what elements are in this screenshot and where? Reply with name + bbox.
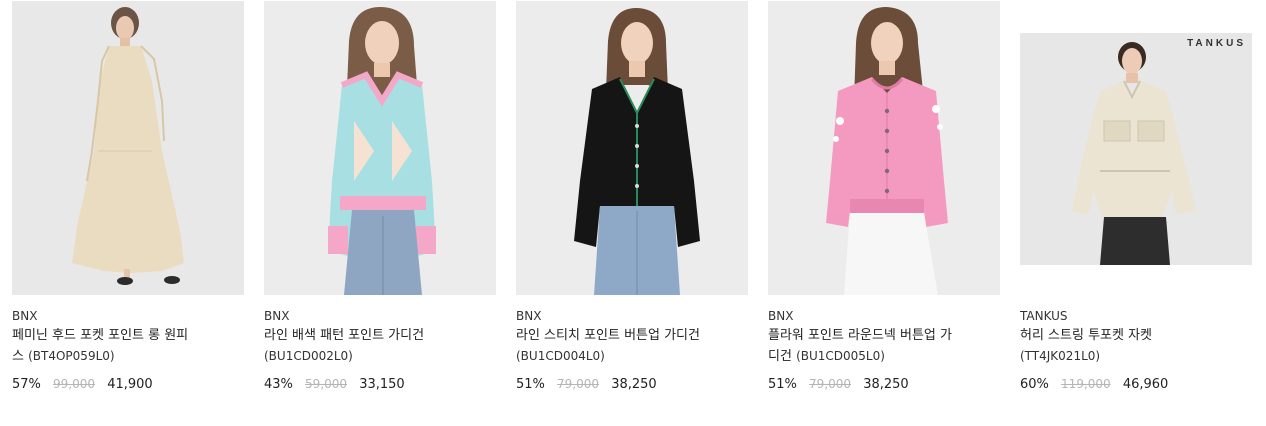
product-image[interactable]	[12, 1, 244, 295]
product-brand[interactable]: BNX	[12, 308, 37, 324]
original-price: 99,000	[53, 377, 96, 391]
discount-rate: 51%	[516, 377, 545, 392]
original-price: 59,000	[305, 377, 348, 391]
product-name-line2: 디건	[768, 349, 792, 364]
woman-black-cardigan-photo	[516, 1, 748, 295]
price-row: 60% 119,000 46,960	[1020, 375, 1168, 394]
product-card[interactable]: BNX 라인 스티치 포인트 버튼업 가디건 (BU1CD004L0) 51% …	[516, 0, 748, 392]
product-name-line1: 페미닌 후드 포켓 포인트 롱 원피	[12, 328, 189, 343]
product-card[interactable]: BNX 라인 배색 패턴 포인트 가디건 (BU1CD002L0) 43% 59…	[264, 0, 496, 392]
product-image[interactable]	[264, 1, 496, 295]
product-title[interactable]: 라인 배색 패턴 포인트 가디건 (BU1CD002L0)	[264, 326, 496, 367]
product-card[interactable]: BNX 페미닌 후드 포켓 포인트 롱 원피 스 (BT4OP059L0) 57…	[12, 0, 244, 392]
product-code: (BU1CD002L0)	[264, 349, 353, 363]
product-image[interactable]	[768, 1, 1000, 295]
product-name-line1: 라인 배색 패턴 포인트 가디건	[264, 328, 425, 343]
product-code: (BT4OP059L0)	[28, 349, 115, 363]
product-image[interactable]	[516, 1, 748, 295]
price-row: 43% 59,000 33,150	[264, 375, 405, 394]
discount-rate: 57%	[12, 377, 41, 392]
sale-price: 38,250	[863, 377, 909, 392]
product-title[interactable]: 플라워 포인트 라운드넥 버튼업 가 디건 (BU1CD005L0)	[768, 326, 1000, 367]
woman-long-beige-dress-photo	[12, 1, 244, 295]
woman-pink-cardigan-photo	[768, 1, 1000, 295]
product-code: (TT4JK021L0)	[1020, 349, 1101, 363]
product-image[interactable]: TANKUS	[1020, 1, 1252, 295]
price-row: 51% 79,000 38,250	[768, 375, 909, 394]
product-brand[interactable]: BNX	[264, 308, 289, 324]
product-title[interactable]: 페미닌 후드 포켓 포인트 롱 원피 스 (BT4OP059L0)	[12, 326, 244, 367]
product-name-line1: 허리 스트링 투포켓 자켓	[1020, 328, 1152, 343]
sale-price: 41,900	[107, 377, 153, 392]
original-price: 79,000	[557, 377, 600, 391]
product-name-line2: 스	[12, 349, 24, 364]
original-price: 79,000	[809, 377, 852, 391]
product-card[interactable]: BNX 플라워 포인트 라운드넥 버튼업 가 디건 (BU1CD005L0) 5…	[768, 0, 1000, 392]
product-brand[interactable]: TANKUS	[1020, 308, 1068, 324]
discount-rate: 51%	[768, 377, 797, 392]
sale-price: 46,960	[1122, 377, 1169, 392]
product-code: (BU1CD005L0)	[796, 349, 885, 363]
woman-pastel-argyle-cardigan-photo	[264, 1, 496, 295]
product-brand[interactable]: BNX	[516, 308, 541, 324]
product-code: (BU1CD004L0)	[516, 349, 605, 363]
original-price: 119,000	[1061, 377, 1111, 391]
price-row: 57% 99,000 41,900	[12, 375, 153, 394]
product-title[interactable]: 허리 스트링 투포켓 자켓 (TT4JK021L0)	[1020, 326, 1252, 367]
product-name-line1: 플라워 포인트 라운드넥 버튼업 가	[768, 328, 952, 343]
price-row: 51% 79,000 38,250	[516, 375, 657, 394]
product-card[interactable]: TANKUS TANKUS 허리 스트링 투포켓 자켓 (TT4JK021L0)…	[1020, 0, 1252, 392]
discount-rate: 43%	[264, 377, 293, 392]
discount-rate: 60%	[1020, 377, 1049, 392]
sale-price: 38,250	[611, 377, 657, 392]
product-brand[interactable]: BNX	[768, 308, 793, 324]
sale-price: 33,150	[359, 377, 405, 392]
product-grid: BNX 페미닌 후드 포켓 포인트 롱 원피 스 (BT4OP059L0) 57…	[0, 0, 1266, 426]
brand-watermark: TANKUS	[1187, 38, 1246, 49]
product-name-line1: 라인 스티치 포인트 버튼업 가디건	[516, 328, 700, 343]
product-title[interactable]: 라인 스티치 포인트 버튼업 가디건 (BU1CD004L0)	[516, 326, 748, 367]
